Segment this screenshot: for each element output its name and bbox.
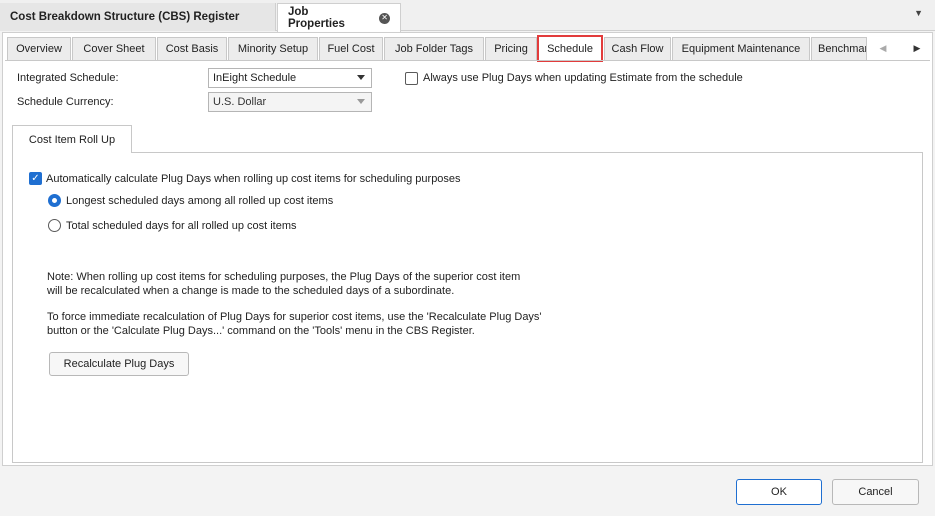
- doc-tab-job-properties[interactable]: Job Properties ✕: [277, 3, 401, 32]
- schedule-currency-value: U.S. Dollar: [213, 96, 267, 108]
- tab-label: Pricing: [494, 43, 528, 55]
- cost-item-rollup-tab[interactable]: Cost Item Roll Up: [12, 125, 132, 153]
- longest-days-radio[interactable]: [48, 194, 61, 207]
- document-tab-strip: Cost Breakdown Structure (CBS) Register …: [0, 0, 935, 32]
- tab-minority-setup[interactable]: Minority Setup: [228, 37, 318, 61]
- tab-cover-sheet[interactable]: Cover Sheet: [72, 37, 156, 61]
- tab-cash-flow[interactable]: Cash Flow: [604, 37, 671, 61]
- schedule-currency-label: Schedule Currency:: [17, 96, 114, 108]
- cost-item-rollup-panel: ✓ Automatically calculate Plug Days when…: [12, 152, 923, 463]
- chevron-down-icon[interactable]: ▼: [914, 8, 923, 18]
- tab-label: Cash Flow: [611, 43, 664, 55]
- integrated-schedule-value: InEight Schedule: [213, 72, 297, 84]
- button-label: Cancel: [858, 486, 893, 498]
- group-tab-label: Cost Item Roll Up: [28, 133, 116, 146]
- longest-days-label: Longest scheduled days among all rolled …: [66, 195, 334, 207]
- recalculate-plug-days-button[interactable]: Recalculate Plug Days: [49, 352, 189, 376]
- schedule-currency-select[interactable]: U.S. Dollar: [208, 92, 372, 112]
- tab-label: Cost Basis: [165, 43, 219, 55]
- auto-calc-plug-days-checkbox[interactable]: ✓: [29, 172, 42, 185]
- ok-button[interactable]: OK: [736, 479, 822, 505]
- note-line-2: will be recalculated when a change is ma…: [47, 285, 455, 297]
- tab-label: Overview: [16, 43, 62, 55]
- auto-calc-plug-days-label: Automatically calculate Plug Days when r…: [46, 173, 461, 185]
- note-line-1: Note: When rolling up cost items for sch…: [47, 271, 521, 283]
- scroll-left-icon[interactable]: ◀: [873, 39, 893, 57]
- note-line-4: button or the 'Calculate Plug Days...' c…: [47, 325, 475, 337]
- tab-overview[interactable]: Overview: [7, 37, 71, 61]
- properties-tab-strip: Overview Cover Sheet Cost Basis Minority…: [5, 35, 930, 62]
- integrated-schedule-select[interactable]: InEight Schedule: [208, 68, 372, 88]
- note-line-3: To force immediate recalculation of Plug…: [47, 311, 542, 323]
- total-days-radio[interactable]: [48, 219, 61, 232]
- chevron-down-icon: [357, 75, 365, 80]
- tab-label: Minority Setup: [237, 43, 309, 55]
- tab-label: Job Folder Tags: [394, 43, 474, 55]
- tab-label: Cover Sheet: [83, 43, 145, 55]
- close-icon[interactable]: ✕: [379, 12, 390, 24]
- doc-tab-cbs-register[interactable]: Cost Breakdown Structure (CBS) Register: [0, 3, 276, 31]
- tab-equipment-maintenance[interactable]: Equipment Maintenance: [672, 37, 810, 61]
- tab-fuel-cost[interactable]: Fuel Cost: [319, 37, 383, 61]
- tab-cost-basis[interactable]: Cost Basis: [157, 37, 227, 61]
- tab-label: Fuel Cost: [327, 43, 375, 55]
- button-label: Recalculate Plug Days: [63, 358, 175, 370]
- tab-label: Equipment Maintenance: [681, 43, 801, 55]
- doc-tab-label: Cost Breakdown Structure (CBS) Register: [10, 11, 240, 23]
- integrated-schedule-label: Integrated Schedule:: [17, 72, 119, 84]
- chevron-down-icon: [357, 99, 365, 104]
- total-days-label: Total scheduled days for all rolled up c…: [66, 220, 297, 232]
- cancel-button[interactable]: Cancel: [832, 479, 919, 505]
- tab-divider: [5, 60, 930, 61]
- always-plug-days-label: Always use Plug Days when updating Estim…: [423, 72, 743, 84]
- tab-benchmark[interactable]: Benchmar: [811, 37, 867, 61]
- tab-label: Benchmar: [818, 43, 867, 55]
- scroll-right-icon[interactable]: ▶: [907, 39, 927, 57]
- always-plug-days-checkbox[interactable]: [405, 72, 418, 85]
- doc-tab-label: Job Properties: [288, 6, 345, 30]
- tab-schedule[interactable]: Schedule: [537, 35, 603, 62]
- tab-pricing[interactable]: Pricing: [485, 37, 537, 61]
- tab-label: Schedule: [547, 42, 593, 55]
- button-label: OK: [771, 486, 787, 498]
- tab-job-folder-tags[interactable]: Job Folder Tags: [384, 37, 484, 61]
